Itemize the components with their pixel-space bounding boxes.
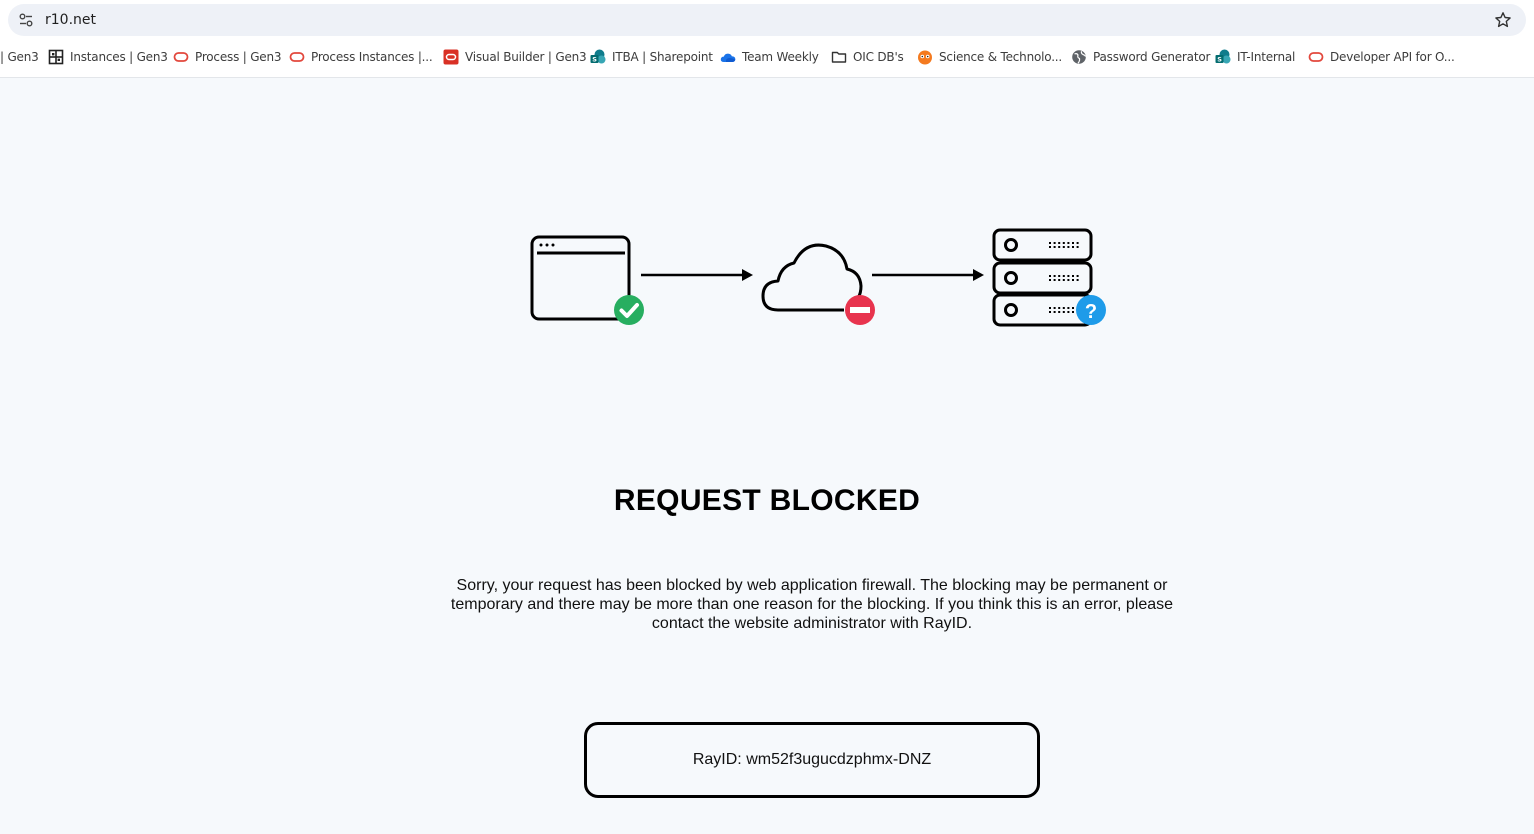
bookmark-label: Team Weekly	[742, 50, 819, 64]
address-bar[interactable]: r10.net	[8, 4, 1526, 36]
bookmark-team-weekly[interactable]: Team Weekly	[720, 46, 819, 68]
bookmark-visual-builder[interactable]: Visual Builder | Gen3	[443, 46, 587, 68]
grid-icon	[48, 49, 64, 65]
browser-chrome: r10.net | Gen3 Instances | Gen3 Process …	[0, 0, 1534, 78]
sharepoint-icon: S	[1215, 49, 1231, 65]
page-title: REQUEST BLOCKED	[613, 484, 921, 517]
globe-icon	[1071, 49, 1087, 65]
svg-text:?: ?	[1085, 301, 1097, 323]
blocked-request-illustration: ?	[528, 226, 1110, 330]
bookmark-itba-sharepoint[interactable]: S ITBA | Sharepoint	[590, 46, 713, 68]
question-badge-icon: ?	[1076, 295, 1106, 325]
cloud-icon	[761, 243, 863, 312]
folder-icon	[831, 49, 847, 65]
orange-face-icon	[917, 49, 933, 65]
oracle-icon	[1308, 49, 1324, 65]
bookmark-password-generator[interactable]: Password Generator	[1071, 46, 1210, 68]
oracle-icon	[289, 49, 305, 65]
bookmark-instances[interactable]: Instances | Gen3	[48, 46, 168, 68]
sharepoint-icon: S	[590, 49, 606, 65]
bookmark-label: Instances | Gen3	[70, 50, 168, 64]
blocked-badge-icon	[845, 295, 875, 325]
arrow-right-icon	[872, 269, 984, 281]
svg-text:S: S	[592, 55, 597, 63]
bookmark-science-technology[interactable]: Science & Technolo...	[917, 46, 1062, 68]
bookmark-process-instances[interactable]: Process Instances |...	[289, 46, 433, 68]
block-message: Sorry, your request has been blocked by …	[450, 577, 1174, 632]
bookmark-label: Developer API for O...	[1330, 50, 1455, 64]
ray-id-text: RayID: wm52f3ugucdzphmx-DNZ	[692, 751, 932, 768]
bookmark-label: OIC DB's	[853, 50, 904, 64]
bookmark-gen3[interactable]: | Gen3	[0, 46, 39, 68]
bookmark-oic-dbs[interactable]: OIC DB's	[831, 46, 904, 68]
ray-id-box: RayID: wm52f3ugucdzphmx-DNZ	[584, 722, 1040, 798]
oracle-square-icon	[443, 49, 459, 65]
bookmark-label: ITBA | Sharepoint	[612, 50, 713, 64]
oracle-icon	[173, 49, 189, 65]
bookmark-developer-api[interactable]: Developer API for O...	[1308, 46, 1455, 68]
bookmark-it-internal[interactable]: S IT-Internal	[1215, 46, 1295, 68]
bookmark-process[interactable]: Process | Gen3	[173, 46, 282, 68]
tune-icon[interactable]	[18, 12, 34, 28]
check-badge-icon	[614, 295, 644, 325]
bookmark-label: Password Generator	[1093, 50, 1211, 64]
address-url[interactable]: r10.net	[45, 12, 96, 28]
bookmark-label: Process | Gen3	[195, 50, 282, 64]
arrow-right-icon	[641, 269, 753, 281]
onedrive-cloud-icon	[720, 49, 736, 65]
bookmark-label: Visual Builder | Gen3	[465, 50, 587, 64]
bookmark-label: IT-Internal	[1237, 50, 1296, 64]
bookmark-label: Science & Technolo...	[939, 50, 1063, 64]
bookmark-label: | Gen3	[0, 50, 39, 64]
bookmark-label: Process Instances |...	[311, 50, 433, 64]
svg-text:S: S	[1217, 55, 1222, 63]
star-icon[interactable]	[1494, 11, 1512, 29]
bookmarks-bar: | Gen3 Instances | Gen3 Process | Gen3 P…	[0, 46, 1534, 68]
